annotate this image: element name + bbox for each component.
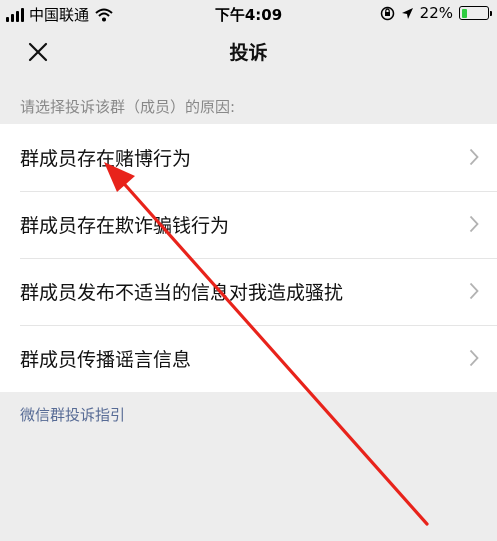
reason-item-harassment[interactable]: 群成员发布不适当的信息对我造成骚扰 <box>0 258 497 325</box>
status-bar: 中国联通 下午4:09 22% <box>0 0 497 26</box>
location-icon <box>401 7 413 19</box>
reason-label: 群成员存在欺诈骗钱行为 <box>20 215 230 237</box>
section-prompt: 请选择投诉该群（成员）的原因: <box>20 98 236 116</box>
reason-label: 群成员存在赌博行为 <box>20 148 192 170</box>
reason-label: 群成员发布不适当的信息对我造成骚扰 <box>20 282 344 304</box>
reason-item-gambling[interactable]: 群成员存在赌博行为 <box>0 124 497 191</box>
battery-icon <box>459 6 492 20</box>
nav-bar: 投诉 <box>0 26 497 76</box>
orientation-lock-icon <box>380 6 394 20</box>
reason-item-rumors[interactable]: 群成员传播谣言信息 <box>0 325 497 392</box>
battery-percent: 22% <box>419 4 453 22</box>
chevron-right-icon <box>469 282 479 300</box>
chevron-right-icon <box>469 148 479 166</box>
chevron-right-icon <box>469 215 479 233</box>
reason-list: 群成员存在赌博行为 群成员存在欺诈骗钱行为 群成员发布不适当的信息对我造成骚扰 … <box>0 124 497 392</box>
reason-label: 群成员传播谣言信息 <box>20 349 192 371</box>
chevron-right-icon <box>469 349 479 367</box>
reason-item-fraud[interactable]: 群成员存在欺诈骗钱行为 <box>0 191 497 258</box>
complaint-guide-link[interactable]: 微信群投诉指引 <box>20 404 125 425</box>
page-title: 投诉 <box>229 42 268 64</box>
